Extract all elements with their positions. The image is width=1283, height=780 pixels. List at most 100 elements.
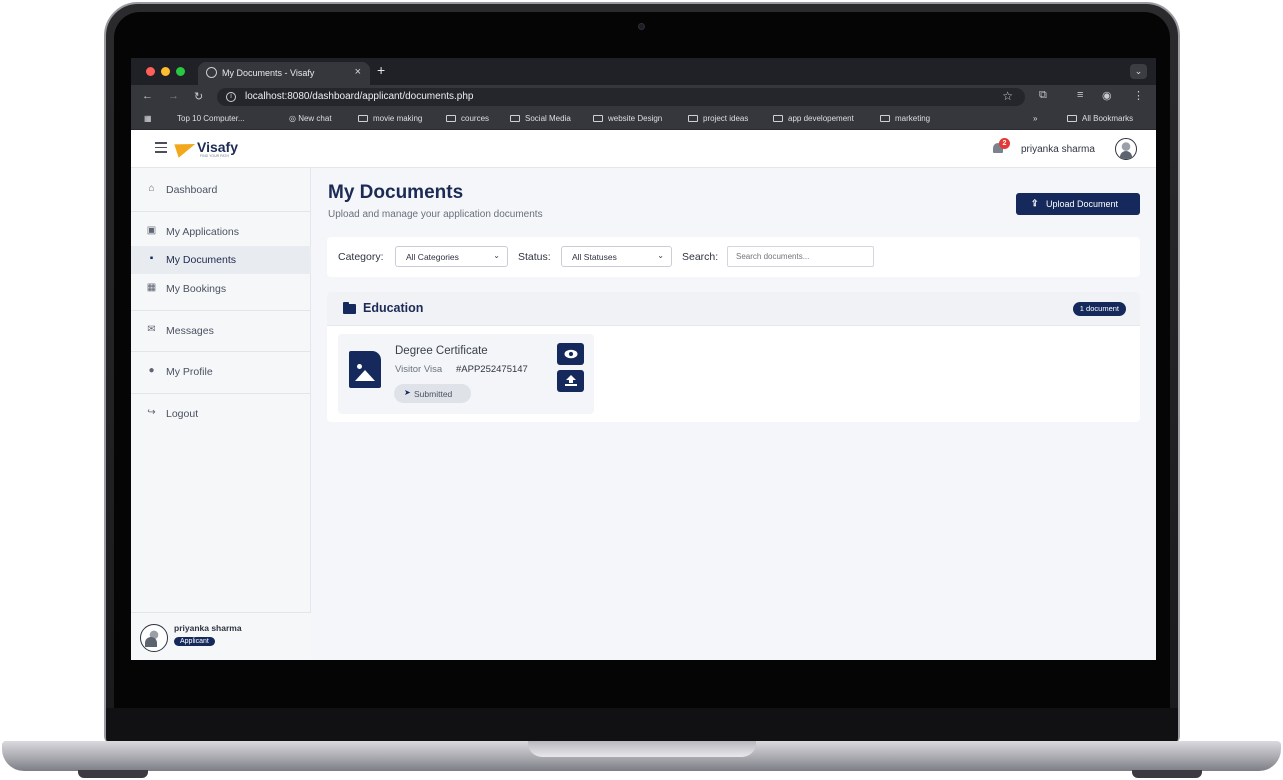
sidebar-item-label: My Profile [166,366,213,378]
status-badge: ➤ Submitted [394,384,471,403]
sidebar-item-my-documents[interactable]: ▪ My Documents [131,246,311,274]
search-input[interactable] [727,246,874,267]
folder-icon [880,115,890,122]
upload-icon: ⇪ [1031,198,1039,208]
eye-icon [564,349,577,359]
media-icon[interactable]: ≡ [1077,89,1083,101]
extensions-icon[interactable]: ⧉ [1039,89,1047,102]
sidebar-item-label: My Documents [166,254,237,266]
visa-type: Visitor Visa [395,364,443,375]
header-user-name[interactable]: priyanka sharma [1021,144,1095,155]
bookmark-star-icon[interactable]: ☆ [1002,89,1013,103]
bookmark-item[interactable]: ◎ New chat [289,114,332,123]
all-bookmarks-folder[interactable]: All Bookmarks [1067,114,1133,123]
back-icon[interactable]: ← [142,90,153,102]
sidebar-item-label: Messages [166,325,214,337]
bookmarks-overflow-icon[interactable]: » [1033,114,1037,123]
base-notch [528,741,756,757]
bookmark-folder[interactable]: Social Media [510,114,571,123]
home-icon: ⌂ [148,183,155,194]
upload-new-version-button[interactable] [557,370,584,392]
forward-icon[interactable]: → [168,90,179,102]
bookmark-folder[interactable]: app developement [773,114,854,123]
document-name: Degree Certificate [395,345,488,357]
user-icon: ● [148,365,155,376]
role-badge: Applicant [174,637,215,646]
folder-icon [343,302,356,314]
calendar-icon: ▦ [146,282,157,293]
category-title: Education [363,301,424,315]
globe-icon [206,67,217,78]
upload-document-label: Upload Document [1046,199,1119,209]
tab-title: My Documents - Visafy [222,68,315,78]
site-info-icon[interactable]: i [226,92,236,102]
category-label: Category: [338,251,384,263]
close-window-button[interactable] [146,67,155,76]
upload-icon [564,375,577,386]
view-document-button[interactable] [557,343,584,365]
camera [638,23,645,30]
menu-icon[interactable]: ⋮ [1133,89,1144,102]
sidebar-item-my-applications[interactable]: ▣ My Applications [131,218,311,246]
search-label: Search: [682,251,719,263]
brand-name: Visafy [197,139,238,155]
divider [131,211,311,212]
address-bar[interactable]: i localhost:8080/dashboard/applicant/doc… [217,88,1025,106]
divider [131,351,311,352]
sidebar-item-label: My Applications [166,226,239,238]
maximize-window-button[interactable] [176,67,185,76]
sidebar-item-messages[interactable]: ✉ Messages [131,317,311,345]
application-id: #APP252475147 [456,364,528,375]
new-tab-button[interactable]: + [377,62,385,78]
folder-icon [1067,115,1077,122]
status-label: Submitted [414,389,453,399]
browser-toolbar: ← → ↻ i localhost:8080/dashboard/applica… [131,85,1156,109]
sidebar-user-card[interactable]: priyanka sharma Applicant [131,612,311,660]
hamburger-menu-icon[interactable] [155,142,167,156]
category-select-value: All Categories [406,252,459,262]
upload-document-button[interactable]: ⇪ Upload Document [1016,193,1140,215]
sidebar-item-my-profile[interactable]: ● My Profile [131,358,311,386]
status-select[interactable]: All Statuses ⌄ [561,246,672,267]
folder-icon [446,115,456,122]
lid-chin [106,708,1178,744]
folder-icon [358,115,368,122]
category-header: Education 1 document [327,292,1140,326]
sidebar-item-logout[interactable]: ↪ Logout [131,400,311,428]
status-label: Status: [518,251,551,263]
sidebar-item-dashboard[interactable]: ⌂ Dashboard [131,176,311,204]
category-select[interactable]: All Categories ⌄ [395,246,508,267]
folder-icon [593,115,603,122]
tab-search-button[interactable]: ⌄ [1130,64,1147,79]
bookmark-folder[interactable]: movie making [358,114,422,123]
avatar[interactable] [1115,138,1137,160]
document-icon: ▪ [149,253,154,264]
close-tab-icon[interactable]: × [355,66,361,78]
bookmarks-bar: ▦ Top 10 Computer... ◎ New chat movie ma… [131,109,1156,130]
reload-icon[interactable]: ↻ [194,90,203,103]
profile-icon[interactable]: ◉ [1102,89,1112,102]
bookmark-folder[interactable]: marketing [880,114,930,123]
envelope-icon: ✉ [147,324,156,335]
logout-icon: ↪ [147,407,156,418]
url-text: localhost:8080/dashboard/applicant/docum… [245,91,474,102]
bookmark-folder[interactable]: cources [446,114,489,123]
bookmark-item[interactable]: Top 10 Computer... [177,114,245,123]
apps-grid-icon[interactable]: ▦ [144,114,152,123]
browser-tabstrip: My Documents - Visafy × + ⌄ [131,58,1156,85]
sidebar-item-label: Logout [166,408,199,420]
chevron-down-icon: ⌄ [657,251,664,260]
folder-icon [510,115,520,122]
brand-tagline: FIND YOUR PATH [200,154,229,158]
bookmark-folder[interactable]: project ideas [688,114,748,123]
bookmark-folder[interactable]: website Design [593,114,662,123]
page-subtitle: Upload and manage your application docum… [328,209,543,220]
paper-plane-icon [174,138,198,158]
divider [131,310,311,311]
sidebar-item-my-bookings[interactable]: ▦ My Bookings [131,275,311,303]
browser-tab[interactable]: My Documents - Visafy × [198,62,370,85]
chevron-down-icon: ⌄ [493,251,500,260]
minimize-window-button[interactable] [161,67,170,76]
screen: My Documents - Visafy × + ⌄ ← → ↻ i loca… [131,58,1156,660]
folder-icon [688,115,698,122]
